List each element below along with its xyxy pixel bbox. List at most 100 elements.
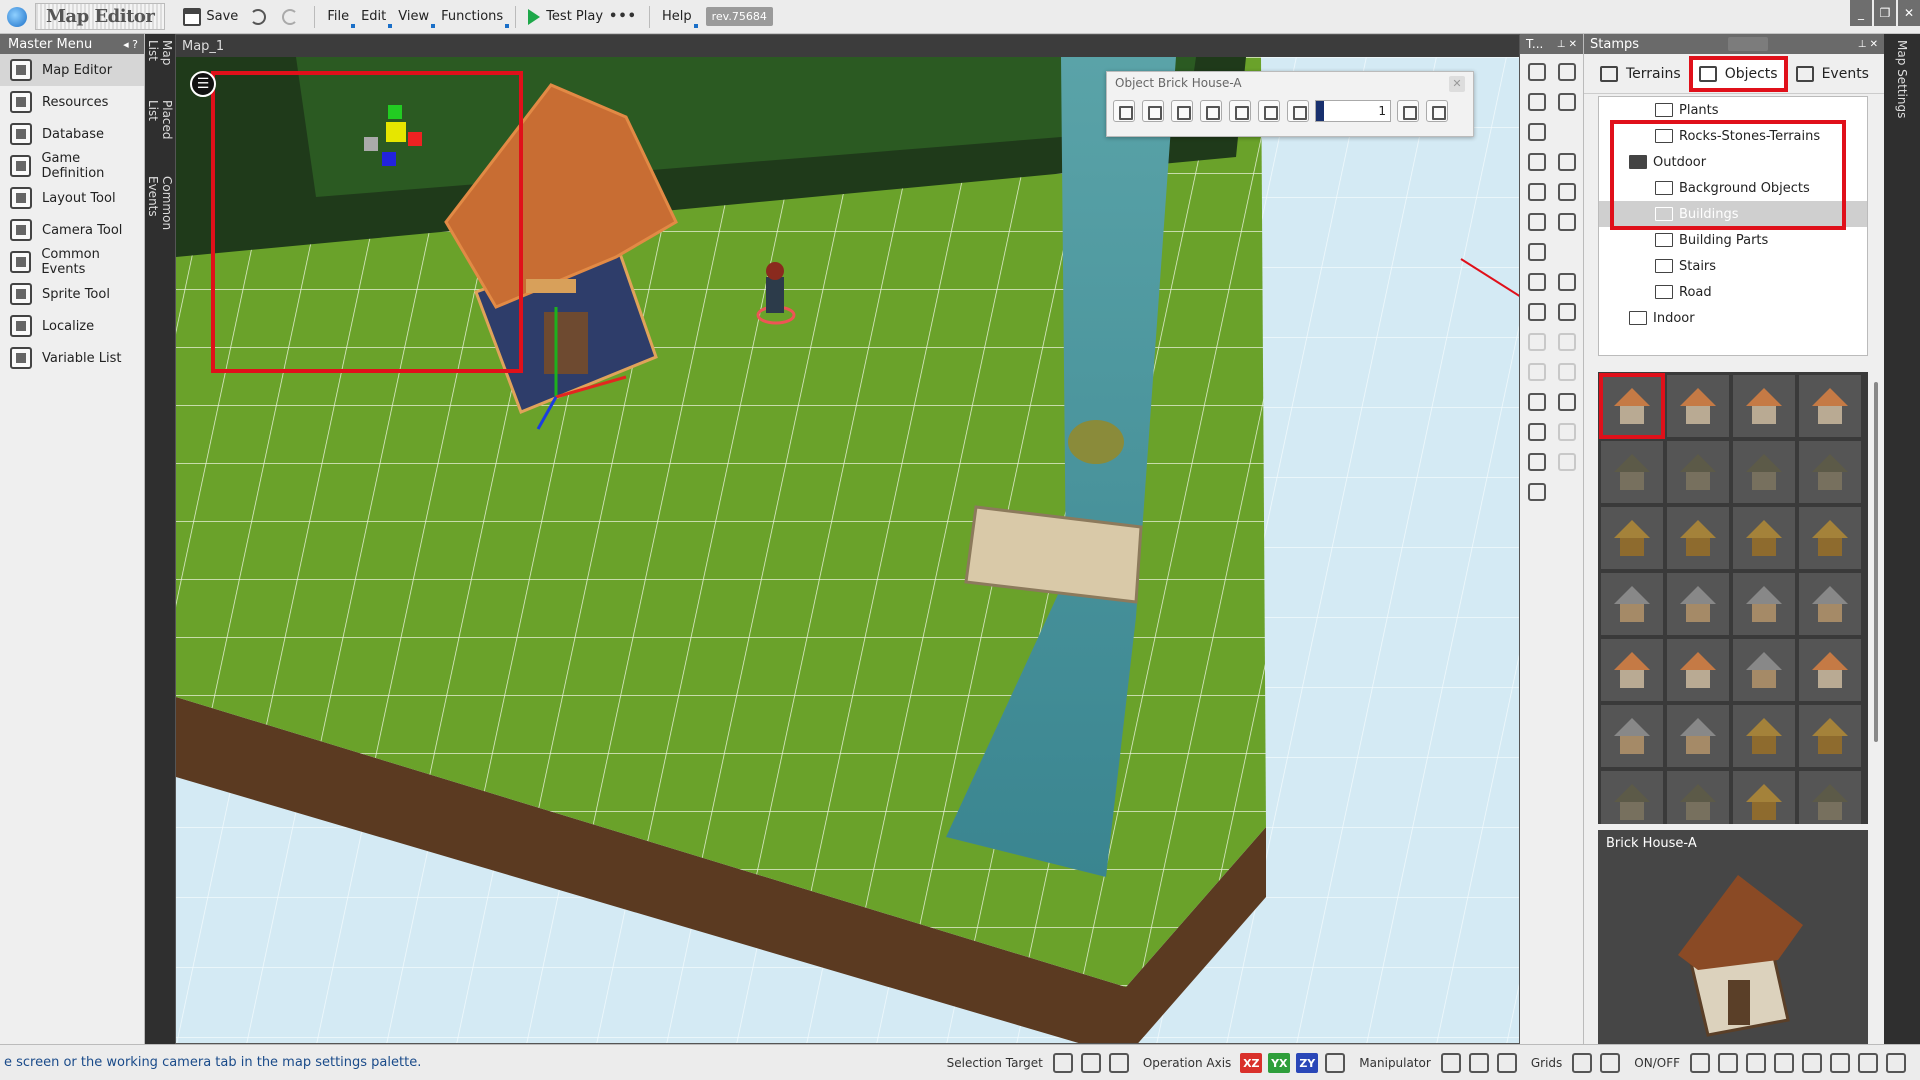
axis-xz-button[interactable]: XZ: [1240, 1053, 1263, 1073]
stamp-thumb[interactable]: [1667, 771, 1729, 824]
toggle-object-icon[interactable]: [1718, 1053, 1738, 1073]
layer-up-tool[interactable]: [1553, 388, 1581, 416]
delete-icon[interactable]: [1229, 100, 1251, 122]
tab-events[interactable]: Events: [1788, 56, 1877, 92]
tab-placed-list[interactable]: Placed List: [145, 94, 175, 170]
house-tool[interactable]: [1523, 238, 1551, 266]
copy-tool[interactable]: [1523, 448, 1551, 476]
stamp-thumb[interactable]: [1799, 705, 1861, 767]
stamp-thumb[interactable]: [1667, 705, 1729, 767]
menu-functions[interactable]: Functions: [435, 4, 510, 30]
eraser-tool[interactable]: [1523, 178, 1551, 206]
increment-button[interactable]: [1397, 100, 1419, 122]
toggle-grid-icon[interactable]: [1690, 1053, 1710, 1073]
stamp-thumb[interactable]: [1799, 375, 1861, 437]
rotate-alt-tool[interactable]: [1553, 298, 1581, 326]
toggle-light-icon[interactable]: [1746, 1053, 1766, 1073]
stamp-thumb[interactable]: [1733, 573, 1795, 635]
toggle-gear-icon[interactable]: [1774, 1053, 1794, 1073]
stamp-thumb[interactable]: [1733, 507, 1795, 569]
tab-map-settings[interactable]: Map Settings: [1884, 34, 1920, 134]
toggle-camera-icon[interactable]: [1802, 1053, 1822, 1073]
thumbnail-scrollbar[interactable]: [1874, 382, 1878, 742]
tab-map-list[interactable]: Map List: [145, 34, 175, 94]
manipulator-icon[interactable]: [1325, 1053, 1346, 1073]
pencil-tool[interactable]: [1523, 148, 1551, 176]
decrement-button[interactable]: [1287, 100, 1309, 122]
stamp-thumb[interactable]: [1599, 373, 1665, 439]
save-button[interactable]: Save: [177, 4, 244, 30]
tab-objects[interactable]: Objects: [1688, 55, 1788, 92]
smooth-tool[interactable]: [1553, 208, 1581, 236]
tree-item-stairs[interactable]: Stairs: [1599, 253, 1867, 279]
ground-snap-button[interactable]: [1171, 100, 1193, 122]
toggle-layer-icon[interactable]: [1886, 1053, 1906, 1073]
tree-item-background-objects[interactable]: Background Objects: [1599, 175, 1867, 201]
stamp-thumb[interactable]: [1601, 507, 1663, 569]
brush-tool[interactable]: [1523, 208, 1551, 236]
stamp-thumb[interactable]: [1667, 573, 1729, 635]
stamp-thumb[interactable]: [1601, 441, 1663, 503]
stamp-thumb[interactable]: [1667, 441, 1729, 503]
stamp-thumb[interactable]: [1733, 639, 1795, 701]
toggle-effect-icon[interactable]: [1858, 1053, 1878, 1073]
menu-edit[interactable]: Edit: [355, 4, 393, 30]
stamp-thumb[interactable]: [1799, 771, 1861, 824]
stamp-thumb[interactable]: [1799, 573, 1861, 635]
selection-all-icon[interactable]: [1052, 1053, 1073, 1073]
export-icon[interactable]: [1426, 100, 1448, 122]
master-menu-item-map-editor[interactable]: Map Editor: [0, 54, 144, 86]
duplicate-button[interactable]: [1200, 100, 1222, 122]
rotate-icon[interactable]: [1258, 100, 1280, 122]
axis-zy-button[interactable]: ZY: [1296, 1053, 1319, 1073]
grid-icon[interactable]: [1600, 1053, 1621, 1073]
search-icon[interactable]: [1728, 37, 1769, 51]
pin-icon[interactable]: ⊥ ✕: [1557, 39, 1577, 50]
stamp-thumb[interactable]: [1799, 507, 1861, 569]
master-menu-item-resources[interactable]: Resources: [0, 86, 144, 118]
stamp-thumb[interactable]: [1733, 771, 1795, 824]
select-tool[interactable]: [1553, 58, 1581, 86]
map-tab[interactable]: Map_1: [176, 35, 1519, 57]
master-menu-item-variable-list[interactable]: Variable List: [0, 342, 144, 374]
stamp-thumb[interactable]: [1601, 573, 1663, 635]
lower-button[interactable]: [1142, 100, 1164, 122]
rotate-manipulator-icon[interactable]: [1468, 1053, 1489, 1073]
axis-yx-button[interactable]: YX: [1268, 1053, 1291, 1073]
master-menu-item-game-definition[interactable]: Game Definition: [0, 150, 144, 182]
grid-tool[interactable]: [1553, 88, 1581, 116]
stamp-thumb[interactable]: [1667, 639, 1729, 701]
master-menu-item-common-events[interactable]: Common Events: [0, 246, 144, 278]
stamp-thumb[interactable]: [1601, 639, 1663, 701]
master-menu-item-sprite-tool[interactable]: Sprite Tool: [0, 278, 144, 310]
undo-button[interactable]: [244, 4, 276, 30]
raise-button[interactable]: [1113, 100, 1135, 122]
map-viewport[interactable]: Map_1 ☰ Object Brick House-A ✕ 1: [175, 34, 1520, 1044]
stamp-thumb[interactable]: [1733, 441, 1795, 503]
scale-value-input[interactable]: 1: [1315, 100, 1391, 122]
master-menu-item-localize[interactable]: Localize: [0, 310, 144, 342]
selection-building-icon[interactable]: [1108, 1053, 1129, 1073]
menu-file[interactable]: File: [321, 4, 356, 30]
tree-item-building-parts[interactable]: Building Parts: [1599, 227, 1867, 253]
fill-tool[interactable]: [1553, 148, 1581, 176]
stamp-thumb[interactable]: [1733, 375, 1795, 437]
collapse-icon[interactable]: ◂ ?: [123, 38, 138, 51]
selection-object-icon[interactable]: [1080, 1053, 1101, 1073]
stamp-tool[interactable]: [1523, 418, 1551, 446]
stamp-thumb[interactable]: [1667, 507, 1729, 569]
scale-manipulator-icon[interactable]: [1496, 1053, 1517, 1073]
tree-item-plants[interactable]: Plants: [1599, 97, 1867, 123]
stamp-thumb[interactable]: [1799, 639, 1861, 701]
master-menu-item-database[interactable]: Database: [0, 118, 144, 150]
lasso-tool[interactable]: [1523, 88, 1551, 116]
raise-tool[interactable]: [1523, 268, 1551, 296]
menu-help[interactable]: Help: [656, 4, 698, 30]
layer-down-tool[interactable]: [1523, 388, 1551, 416]
tab-common-events[interactable]: Common Events: [145, 170, 175, 270]
viewport-menu-icon[interactable]: ☰: [190, 71, 216, 97]
more-options-icon[interactable]: •••: [609, 9, 637, 24]
minimize-button[interactable]: _: [1850, 0, 1872, 26]
tab-terrains[interactable]: Terrains: [1592, 56, 1689, 92]
menu-view[interactable]: View: [392, 4, 436, 30]
